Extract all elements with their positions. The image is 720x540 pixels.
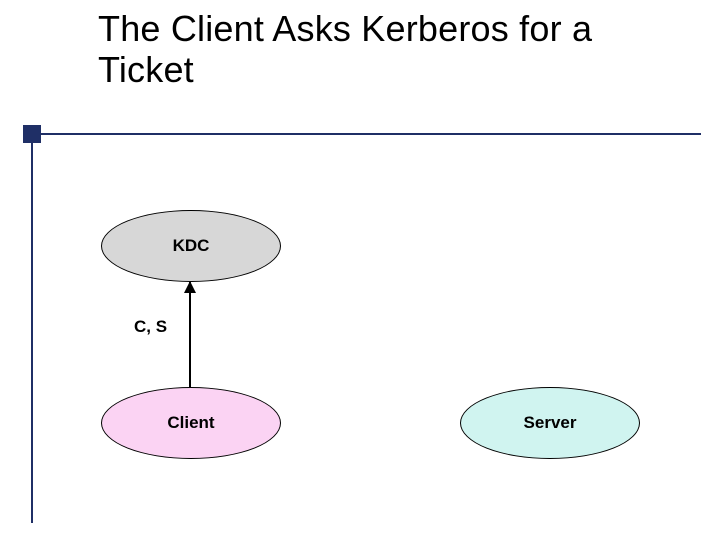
client-label: Client — [167, 413, 214, 433]
arrow-client-to-kdc — [189, 282, 191, 387]
kdc-label: KDC — [173, 236, 210, 256]
kdc-node: KDC — [101, 210, 281, 282]
server-label: Server — [524, 413, 577, 433]
slide: The Client Asks Kerberos for a Ticket KD… — [0, 0, 720, 540]
arrow-label: C, S — [134, 317, 167, 337]
corner-square-icon — [23, 125, 41, 143]
slide-title: The Client Asks Kerberos for a Ticket — [98, 8, 678, 91]
server-node: Server — [460, 387, 640, 459]
left-rule — [31, 143, 33, 523]
title-underline — [41, 133, 701, 135]
client-node: Client — [101, 387, 281, 459]
